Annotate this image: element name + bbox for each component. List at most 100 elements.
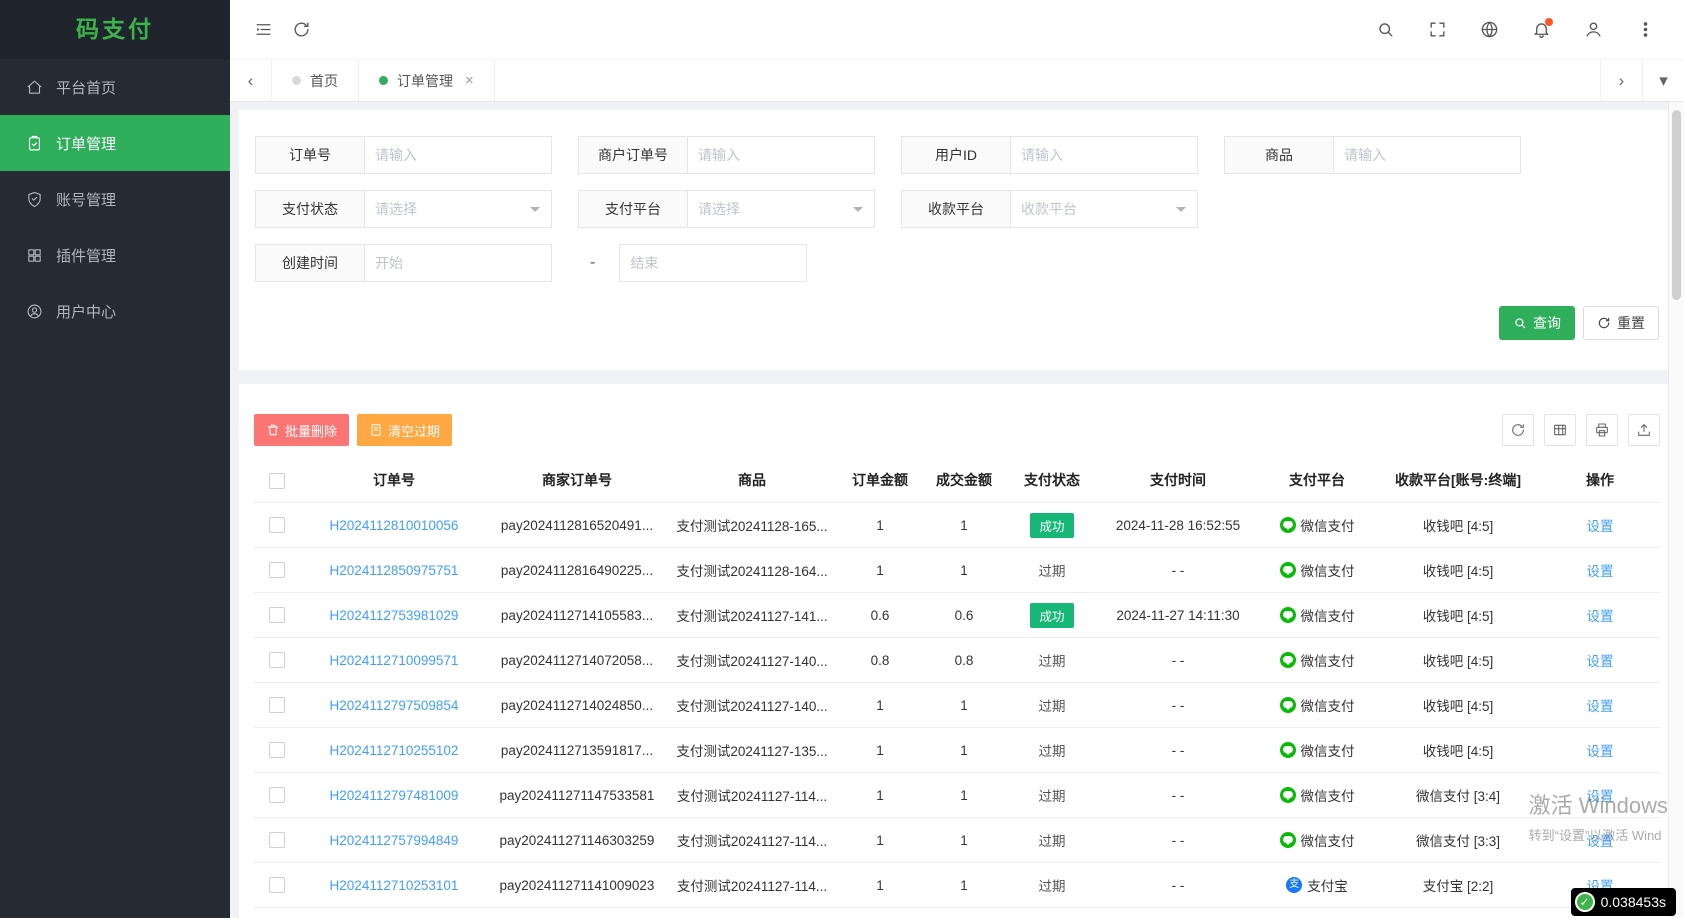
filter-order-no: 订单号 bbox=[255, 136, 552, 174]
pay-time: - - bbox=[1171, 652, 1185, 668]
order-amount: 1 bbox=[876, 877, 884, 893]
sidebar-item-plugins[interactable]: 插件管理 bbox=[0, 227, 230, 283]
refresh-page-button[interactable] bbox=[282, 11, 320, 49]
row-settings-link[interactable]: 设置 bbox=[1587, 834, 1614, 849]
paid-amount: 1 bbox=[960, 742, 968, 758]
order-no-link[interactable]: H2024112850975751 bbox=[330, 563, 459, 578]
order-amount: 1 bbox=[876, 742, 884, 758]
start-date-input[interactable] bbox=[364, 244, 552, 282]
select-all-checkbox[interactable] bbox=[269, 472, 285, 489]
row-checkbox[interactable] bbox=[269, 742, 285, 759]
tabs-scroll-left-button[interactable]: ‹ bbox=[230, 60, 272, 101]
more-menu-button[interactable] bbox=[1626, 11, 1664, 49]
search-button[interactable] bbox=[1366, 11, 1404, 49]
order-amount: 1 bbox=[876, 517, 884, 533]
pay-status-select[interactable] bbox=[364, 190, 552, 228]
row-checkbox[interactable] bbox=[269, 832, 285, 849]
payment-platform-icon bbox=[1279, 742, 1296, 758]
order-no-link[interactable]: H2024112797509854 bbox=[330, 698, 459, 713]
row-checkbox[interactable] bbox=[269, 787, 285, 804]
end-date-input[interactable] bbox=[619, 244, 808, 282]
search-icon bbox=[1378, 23, 1393, 37]
order-no-link[interactable]: H2024112810010056 bbox=[330, 518, 459, 533]
order-no-link[interactable]: H2024112753981029 bbox=[330, 608, 459, 623]
table-row: H2024112753981029 pay2024112714105583...… bbox=[254, 593, 1660, 638]
row-settings-link[interactable]: 设置 bbox=[1587, 654, 1614, 669]
notifications-button[interactable] bbox=[1522, 11, 1560, 49]
payment-platform-label: 微信支付 bbox=[1300, 654, 1355, 669]
payment-platform-icon bbox=[1279, 562, 1296, 578]
sidebar-item-accounts[interactable]: 账号管理 bbox=[0, 171, 230, 227]
filter-row-3: 创建时间 - bbox=[255, 244, 1659, 282]
merchant-order-no: pay2024112714024850... bbox=[500, 697, 654, 713]
status-cell: 成功 bbox=[1006, 602, 1098, 628]
receiver-platform: 收钱吧 [4:5] bbox=[1422, 699, 1494, 714]
filter-actions: 查询 重置 bbox=[1499, 306, 1659, 340]
row-settings-link[interactable]: 设置 bbox=[1587, 609, 1614, 624]
reset-button[interactable]: 重置 bbox=[1583, 306, 1659, 340]
batch-delete-button[interactable]: 批量删除 bbox=[254, 414, 350, 446]
receive-platform-select-input[interactable] bbox=[1010, 190, 1198, 228]
vertical-scrollbar[interactable] bbox=[1668, 102, 1684, 918]
tabs-scroll-right-button[interactable]: › bbox=[1600, 60, 1642, 101]
user-menu-button[interactable] bbox=[1574, 11, 1612, 49]
user-id-input[interactable] bbox=[1010, 136, 1198, 174]
row-checkbox[interactable] bbox=[269, 562, 285, 579]
row-checkbox[interactable] bbox=[269, 877, 285, 894]
product-name: 支付测试20241127-114... bbox=[676, 789, 828, 804]
order-no-link[interactable]: H2024112757994849 bbox=[330, 833, 459, 848]
pay-platform-select-input[interactable] bbox=[687, 190, 875, 228]
row-settings-link[interactable]: 设置 bbox=[1587, 564, 1614, 579]
receiver-platform: 收钱吧 [4:5] bbox=[1422, 654, 1494, 669]
filter-row-2: 支付状态 支付平台 收款平台 bbox=[255, 190, 1659, 228]
tab-home[interactable]: 首页 bbox=[272, 60, 359, 101]
pay-platform-select[interactable] bbox=[687, 190, 875, 228]
export-button[interactable] bbox=[1628, 414, 1660, 446]
order-amount: 1 bbox=[876, 562, 884, 578]
top-header bbox=[230, 0, 1684, 59]
filter-panel: 订单号 商户订单号 用户ID 商品 bbox=[239, 110, 1675, 370]
page-content: 订单号 商户订单号 用户ID 商品 bbox=[230, 102, 1684, 918]
product-input[interactable] bbox=[1333, 136, 1521, 174]
order-no-link[interactable]: H2024112710253101 bbox=[330, 878, 459, 893]
order-no-link[interactable]: H2024112797481009 bbox=[330, 788, 459, 803]
sidebar-item-orders[interactable]: 订单管理 bbox=[0, 115, 230, 171]
orders-table: 订单号 商家订单号 商品 订单金额 成交金额 支付状态 支付时间 支付平台 收款… bbox=[254, 458, 1660, 908]
sidebar-item-user-center[interactable]: 用户中心 bbox=[0, 283, 230, 339]
row-settings-link[interactable]: 设置 bbox=[1587, 744, 1614, 759]
order-no-link[interactable]: H2024112710255102 bbox=[330, 743, 459, 758]
sidebar-collapse-button[interactable] bbox=[244, 11, 282, 49]
merchant-order-no: pay2024112816520491... bbox=[500, 517, 654, 533]
receiver-platform: 收钱吧 [4:5] bbox=[1422, 609, 1494, 624]
print-button[interactable] bbox=[1586, 414, 1618, 446]
order-no-input[interactable] bbox=[364, 136, 552, 174]
row-settings-link[interactable]: 设置 bbox=[1587, 519, 1614, 534]
tab-close-icon[interactable]: × bbox=[465, 72, 474, 89]
search-submit-button[interactable]: 查询 bbox=[1499, 306, 1575, 340]
order-amount: 0.8 bbox=[870, 652, 890, 668]
paid-amount: 1 bbox=[960, 697, 968, 713]
table-refresh-button[interactable] bbox=[1502, 414, 1534, 446]
tab-order-management[interactable]: 订单管理 × bbox=[359, 60, 495, 101]
table-row: H2024112797481009 pay202411271147533581 … bbox=[254, 773, 1660, 818]
pay-status-select-input[interactable] bbox=[364, 190, 552, 228]
clear-expired-button[interactable]: 清空过期 bbox=[357, 414, 453, 446]
order-no-link[interactable]: H2024112710099571 bbox=[330, 653, 459, 668]
row-checkbox[interactable] bbox=[269, 517, 285, 534]
scrollbar-thumb[interactable] bbox=[1672, 110, 1681, 300]
col-receiver: 收款平台[账号:终端] bbox=[1395, 472, 1521, 488]
col-pay-time: 支付时间 bbox=[1150, 472, 1206, 488]
tabs-menu-button[interactable]: ▾ bbox=[1642, 60, 1684, 101]
language-button[interactable] bbox=[1470, 11, 1508, 49]
row-settings-link[interactable]: 设置 bbox=[1587, 699, 1614, 714]
status-cell: 过期 bbox=[1006, 560, 1098, 580]
receive-platform-select[interactable] bbox=[1010, 190, 1198, 228]
row-checkbox[interactable] bbox=[269, 607, 285, 624]
fullscreen-button[interactable] bbox=[1418, 11, 1456, 49]
row-checkbox[interactable] bbox=[269, 652, 285, 669]
row-settings-link[interactable]: 设置 bbox=[1587, 789, 1614, 804]
merchant-no-input[interactable] bbox=[687, 136, 875, 174]
sidebar-item-home[interactable]: 平台首页 bbox=[0, 59, 230, 115]
column-filter-button[interactable] bbox=[1544, 414, 1576, 446]
row-checkbox[interactable] bbox=[269, 697, 285, 714]
